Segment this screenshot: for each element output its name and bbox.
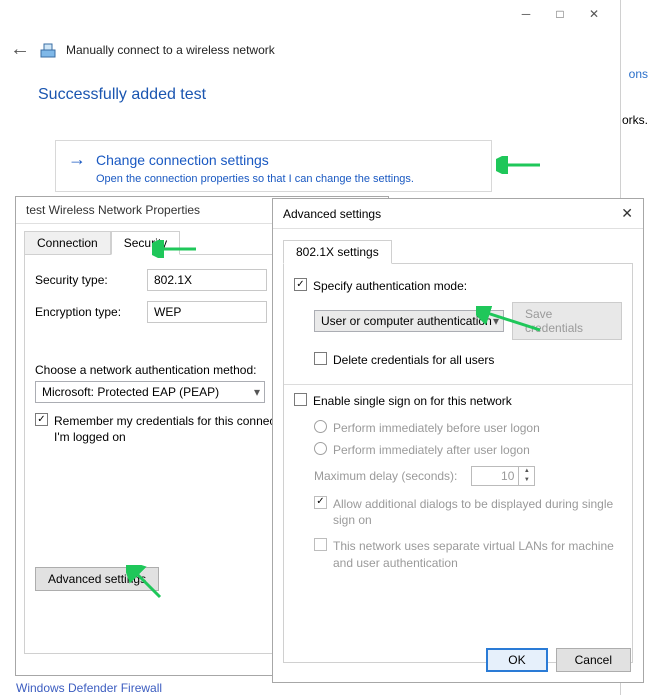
security-type-value[interactable]: 802.1X <box>147 269 267 291</box>
save-credentials-button: Save credentials <box>512 302 622 340</box>
8021x-tab-panel: Specify authentication mode: User or com… <box>283 263 633 663</box>
perform-before-radio <box>314 420 327 433</box>
perform-after-label: Perform immediately after user logon <box>333 442 530 458</box>
advanced-title: Advanced settings <box>283 207 381 221</box>
change-settings-desc: Open the connection properties so that I… <box>96 173 479 185</box>
perform-before-label: Perform immediately before user logon <box>333 420 540 436</box>
advanced-settings-dialog: Advanced settings ✕ 802.1X settings Spec… <box>272 198 644 683</box>
advanced-settings-button[interactable]: Advanced settings <box>35 567 159 591</box>
tab-8021x-settings[interactable]: 802.1X settings <box>283 240 392 264</box>
perform-after-radio <box>314 442 327 455</box>
auth-method-select[interactable]: Microsoft: Protected EAP (PEAP) ▾ <box>35 381 265 403</box>
ok-button[interactable]: OK <box>486 648 547 672</box>
wizard-subtitle: Successfully added test <box>38 86 206 104</box>
separate-vlans-checkbox <box>314 538 327 551</box>
delete-credentials-checkbox[interactable] <box>314 352 327 365</box>
change-settings-box[interactable]: → Change connection settings Open the co… <box>55 140 492 192</box>
close-icon[interactable]: ✕ <box>586 6 602 22</box>
delete-credentials-label: Delete credentials for all users <box>333 352 494 368</box>
enable-sso-checkbox[interactable] <box>294 393 307 406</box>
specify-auth-mode-checkbox[interactable] <box>294 278 307 291</box>
chevron-down-icon: ▾ <box>254 385 260 399</box>
cancel-button[interactable]: Cancel <box>556 648 631 672</box>
encryption-type-label: Encryption type: <box>35 305 147 319</box>
change-settings-title: Change connection settings <box>96 152 269 168</box>
encryption-type-value[interactable]: WEP <box>147 301 267 323</box>
remember-credentials-checkbox[interactable] <box>35 413 48 426</box>
allow-dialogs-checkbox <box>314 496 327 509</box>
back-icon[interactable]: ← <box>10 38 30 61</box>
auth-method-value: Microsoft: Protected EAP (PEAP) <box>42 385 219 399</box>
stepper-down-icon: ▼ <box>519 476 534 485</box>
tab-security[interactable]: Security <box>111 231 180 255</box>
wizard-window: ─ □ ✕ ← Manually connect to a wireless n… <box>0 0 608 200</box>
minimize-icon[interactable]: ─ <box>518 6 534 22</box>
max-delay-value: 10 <box>472 469 518 483</box>
auth-mode-value: User or computer authentication <box>321 314 492 328</box>
separate-vlans-label: This network uses separate virtual LANs … <box>333 538 622 570</box>
chevron-down-icon: ▾ <box>493 314 499 328</box>
wizard-title: Manually connect to a wireless network <box>66 43 275 57</box>
network-icon <box>40 42 56 58</box>
bg-text-ons: ons <box>629 67 648 81</box>
tab-connection[interactable]: Connection <box>24 231 111 255</box>
allow-dialogs-label: Allow additional dialogs to be displayed… <box>333 496 622 528</box>
close-icon[interactable]: ✕ <box>621 205 633 222</box>
max-delay-stepper: 10 ▲▼ <box>471 466 535 486</box>
stepper-up-icon: ▲ <box>519 467 534 476</box>
security-type-label: Security type: <box>35 273 147 287</box>
enable-sso-label: Enable single sign on for this network <box>313 393 512 409</box>
arrow-right-icon: → <box>68 149 86 170</box>
specify-auth-mode-label: Specify authentication mode: <box>313 278 467 294</box>
auth-mode-select[interactable]: User or computer authentication ▾ <box>314 310 504 332</box>
bg-text-orks: orks. <box>622 113 648 127</box>
bottom-text-fragment: Windows Defender Firewall <box>16 681 162 695</box>
maximize-icon[interactable]: □ <box>552 6 568 22</box>
max-delay-label: Maximum delay (seconds): <box>314 469 457 483</box>
